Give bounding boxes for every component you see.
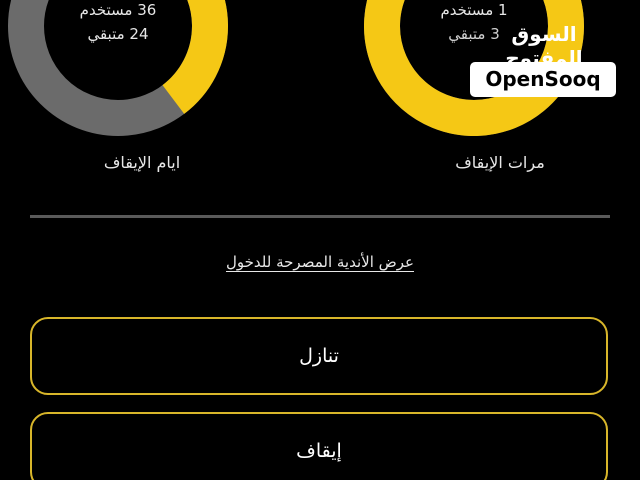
pause-days-caption: ايام الإيقاف xyxy=(103,153,181,172)
allowed-clubs-link[interactable]: عرض الأندية المصرحة للدخول xyxy=(120,253,520,271)
section-divider xyxy=(30,215,610,218)
opensooq-logo-english: OpenSooq xyxy=(470,62,616,97)
opensooq-logo: السوق المفتوح OpenSooq xyxy=(470,22,618,98)
pause-days-donut: 36 مستخدم 24 متبقي xyxy=(8,0,228,136)
pause-button[interactable]: إيقاف xyxy=(30,412,608,480)
withdraw-button[interactable]: تنازل xyxy=(30,317,608,395)
pause-times-used: 1 مستخدم xyxy=(440,1,508,19)
pause-times-caption: مرات الإيقاف xyxy=(455,153,545,172)
pause-days-remaining: 24 متبقي xyxy=(87,25,149,43)
pause-days-used: 36 مستخدم xyxy=(79,1,157,19)
